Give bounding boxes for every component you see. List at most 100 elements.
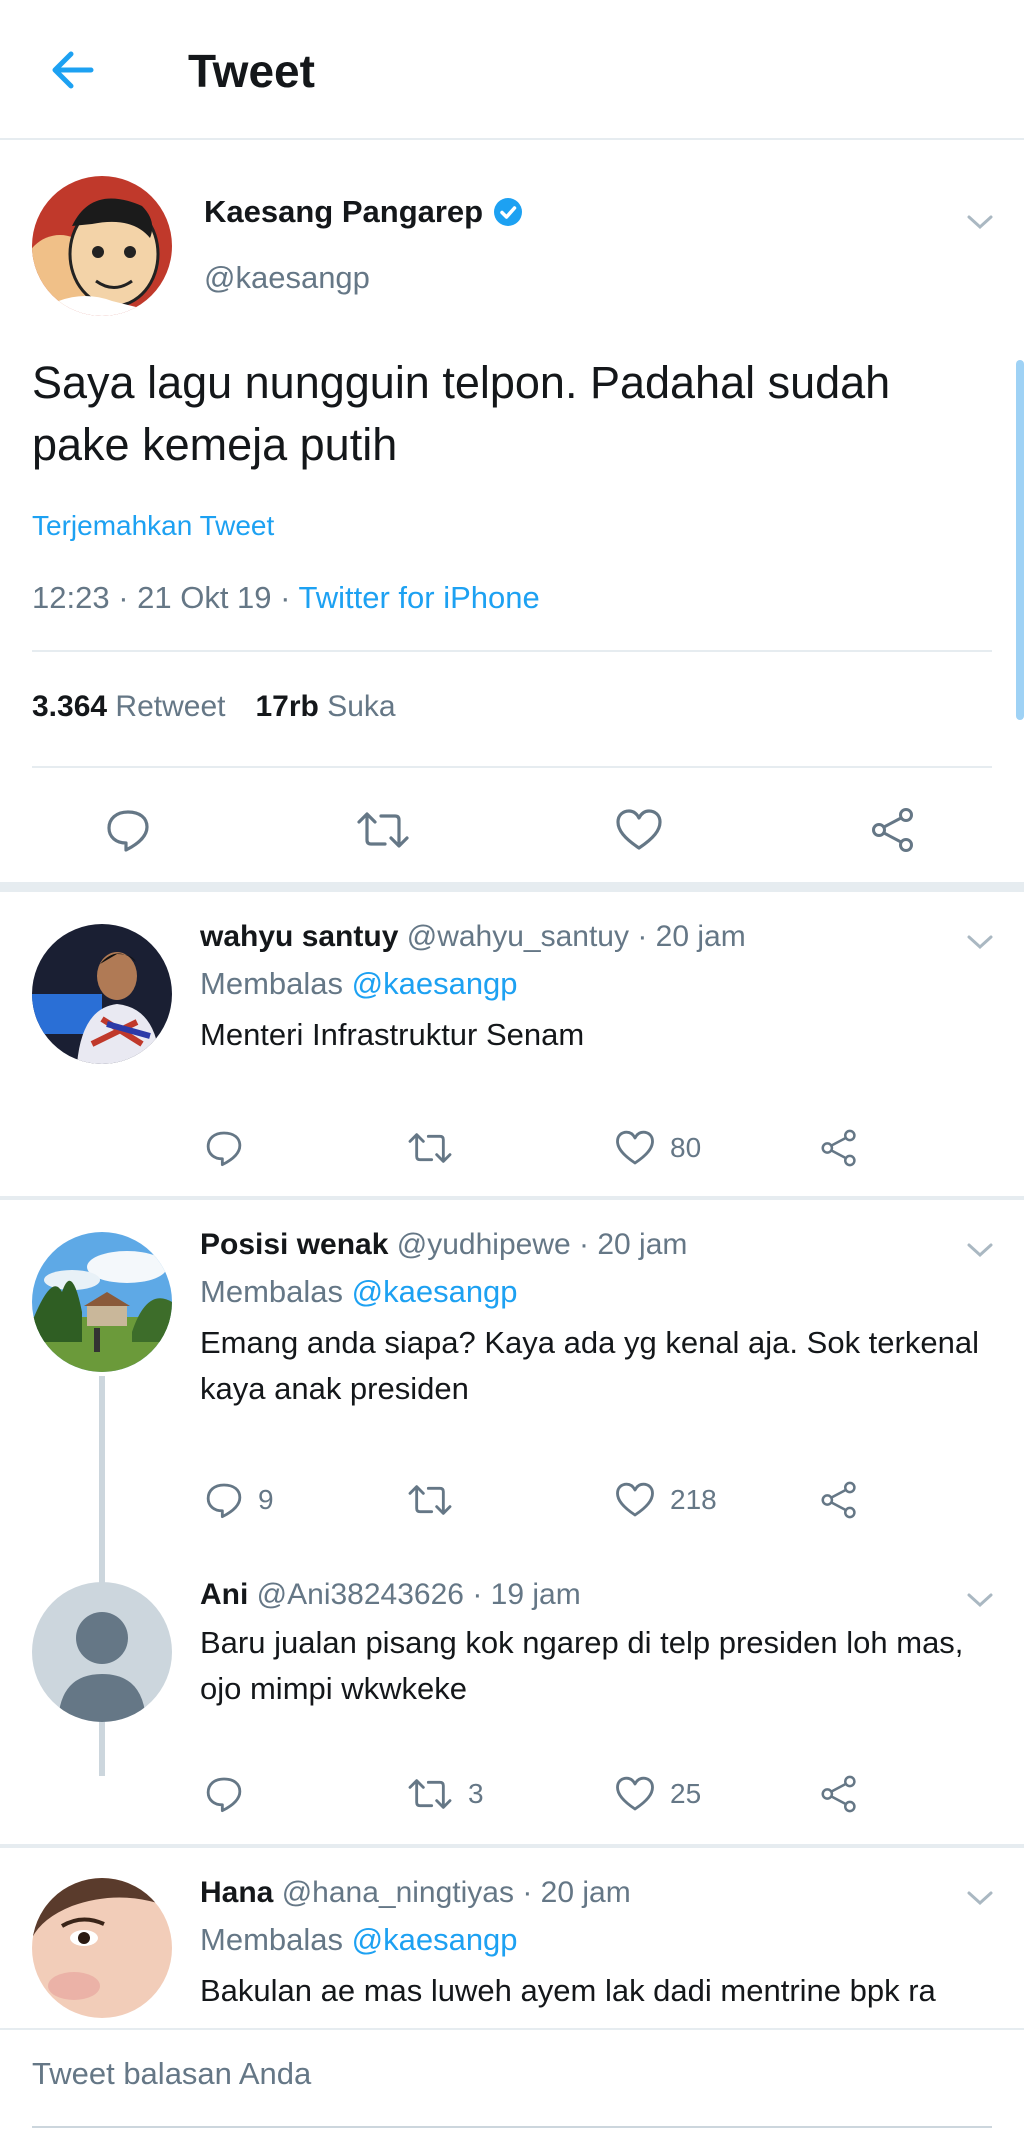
avatar[interactable]	[32, 924, 172, 1064]
reply-icon	[206, 1777, 242, 1813]
page-title: Tweet	[188, 45, 315, 97]
replying-to: Membalas @kaesangp	[200, 1922, 518, 1958]
reply-time: · 20 jam	[579, 1228, 688, 1261]
chevron-down-icon[interactable]	[965, 1888, 995, 1908]
reply-author-handle[interactable]: @Ani38243626	[257, 1578, 464, 1611]
avatar[interactable]	[32, 176, 172, 316]
back-arrow-icon[interactable]	[42, 40, 102, 100]
share-icon	[872, 808, 913, 852]
chevron-down-icon[interactable]	[965, 932, 995, 952]
reply-time: · 20 jam	[637, 920, 746, 953]
reply-author-name[interactable]: Hana	[200, 1876, 273, 1909]
reply-thread: Posisi wenak @yudhipewe · 20 jam Membala…	[0, 1200, 1024, 1848]
share-button[interactable]	[818, 1480, 860, 1520]
chevron-down-icon[interactable]	[965, 1590, 995, 1610]
chevron-down-icon[interactable]	[965, 1240, 995, 1260]
share-icon	[821, 1481, 856, 1519]
reply-author-handle[interactable]: @wahyu_santuy	[407, 920, 629, 953]
share-button[interactable]	[818, 1128, 860, 1168]
reply-button[interactable]	[204, 1128, 258, 1168]
like-count: 25	[670, 1778, 702, 1809]
like-count: 218	[670, 1484, 717, 1515]
share-button[interactable]	[868, 806, 918, 854]
reply-time: · 19 jam	[472, 1578, 581, 1611]
author-name: Kaesang Pangarep	[204, 194, 484, 229]
replying-label: Membalas	[200, 1922, 343, 1957]
retweet-count: 3	[468, 1778, 484, 1809]
reply-author-name[interactable]: Ani	[200, 1578, 248, 1611]
likes-label: Suka	[327, 690, 396, 723]
divider	[32, 650, 992, 652]
replying-label: Membalas	[200, 1274, 343, 1309]
reply-text: Bakulan ae mas luweh ayem lak dadi mentr…	[200, 1973, 936, 2008]
tweet-source-link[interactable]: Twitter for iPhone	[299, 580, 540, 615]
reply-author-handle[interactable]: @yudhipewe	[397, 1228, 571, 1261]
reply-icon	[206, 1131, 242, 1167]
like-button[interactable]: 25	[614, 1774, 701, 1814]
retweet-count: 3.364	[32, 690, 108, 723]
reply-button[interactable]: 9	[204, 1480, 274, 1520]
like-button[interactable]: 80	[614, 1128, 701, 1168]
reply-tweet[interactable]: wahyu santuy @wahyu_santuy · 20 jam Memb…	[0, 892, 1024, 1200]
heart-icon	[616, 1482, 654, 1517]
heart-icon	[616, 809, 662, 850]
chevron-down-icon[interactable]	[965, 212, 995, 232]
avatar[interactable]	[32, 1232, 172, 1372]
share-button[interactable]	[818, 1774, 860, 1814]
retweet-stat[interactable]: 3.364 Retweet	[32, 690, 225, 723]
replying-to-handle[interactable]: @kaesangp	[352, 966, 518, 1001]
reply-header: wahyu santuy @wahyu_santuy · 20 jam	[200, 920, 746, 954]
reply-button[interactable]	[204, 1774, 258, 1814]
reply-text: Menteri Infrastruktur Senam	[200, 1017, 585, 1052]
reply-tweet[interactable]: Hana @hana_ningtiyas · 20 jam Membalas @…	[0, 1848, 1024, 2028]
reply-icon	[107, 810, 149, 852]
reply-button[interactable]	[104, 806, 152, 854]
reply-text: Emang anda siapa? Kaya ada yg kenal aja.…	[200, 1325, 979, 1406]
retweet-label: Retweet	[115, 690, 226, 723]
divider	[32, 766, 992, 768]
reply-text: Baru jualan pisang kok ngarep di telp pr…	[200, 1625, 964, 1706]
retweet-button[interactable]	[406, 1480, 468, 1520]
reply-icon	[206, 1483, 242, 1519]
main-tweet: Kaesang Pangarep @kaesangp Saya lagu nun…	[0, 140, 1024, 892]
like-button[interactable]: 218	[614, 1480, 717, 1520]
share-icon	[821, 1775, 856, 1813]
tweet-timestamp: 12:23 · 21 Okt 19 ·	[32, 580, 299, 615]
like-button[interactable]	[614, 806, 664, 854]
reply-author-handle[interactable]: @hana_ningtiyas	[282, 1876, 514, 1909]
reply-input[interactable]: Tweet balasan Anda	[32, 2056, 311, 2092]
retweet-icon	[357, 812, 409, 848]
likes-count: 17rb	[255, 690, 319, 723]
tweet-stats: 3.364 Retweet 17rb Suka	[32, 690, 396, 724]
reply-count: 9	[258, 1484, 274, 1515]
reply-author-name[interactable]: Posisi wenak	[200, 1228, 388, 1261]
replying-to-handle[interactable]: @kaesangp	[352, 1274, 518, 1309]
author-handle[interactable]: @kaesangp	[204, 260, 370, 296]
retweet-button[interactable]: 3	[406, 1774, 484, 1814]
composer-underline	[32, 2126, 992, 2128]
heart-icon	[616, 1130, 654, 1165]
replying-label: Membalas	[200, 966, 343, 1001]
author-name-row[interactable]: Kaesang Pangarep	[204, 194, 523, 230]
reply-header: Ani @Ani38243626 · 19 jam	[200, 1578, 581, 1612]
retweet-icon	[408, 1133, 452, 1163]
heart-icon	[616, 1776, 654, 1811]
replying-to: Membalas @kaesangp	[200, 966, 518, 1002]
avatar[interactable]	[32, 1582, 172, 1722]
retweet-button[interactable]	[406, 1128, 468, 1168]
tweet-text: Saya lagu nungguin telpon. Padahal sudah…	[32, 357, 891, 470]
avatar[interactable]	[32, 1878, 172, 2018]
likes-stat[interactable]: 17rb Suka	[255, 690, 395, 723]
reply-time: · 20 jam	[522, 1876, 631, 1909]
tweet-meta: 12:23 · 21 Okt 19 · Twitter for iPhone	[32, 580, 540, 616]
replying-to-handle[interactable]: @kaesangp	[352, 1922, 518, 1957]
reply-composer: Tweet balasan Anda	[0, 2028, 1024, 2142]
scrollbar[interactable]	[1016, 360, 1024, 720]
reply-author-name[interactable]: wahyu santuy	[200, 920, 398, 953]
like-count: 80	[670, 1132, 702, 1163]
retweet-button[interactable]	[355, 806, 411, 854]
replying-to: Membalas @kaesangp	[200, 1274, 518, 1310]
share-icon	[821, 1129, 856, 1167]
retweet-icon	[408, 1779, 452, 1809]
translate-tweet-link[interactable]: Terjemahkan Tweet	[32, 510, 274, 542]
